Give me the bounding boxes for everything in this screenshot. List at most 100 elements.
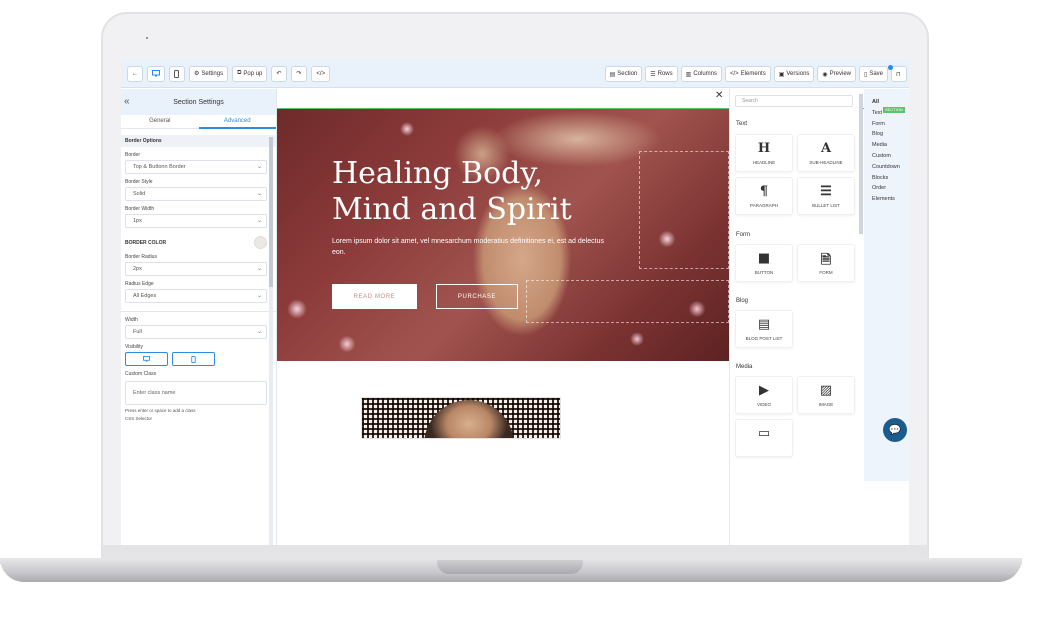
border-style-label: Border Style xyxy=(125,179,153,185)
border-radius-select[interactable]: 2px ⌄ xyxy=(125,262,267,276)
bullet-list-label: BULLET LIST xyxy=(812,203,840,208)
element-sub-headline[interactable]: A SUB-HEADLINE xyxy=(797,134,855,172)
hero-paragraph[interactable]: Lorem ipsum dolor sit amet, vel mnesarch… xyxy=(332,236,617,258)
custom-class-input[interactable]: Enter class name xyxy=(125,381,267,405)
section-settings-panel: « Section Settings General Advanced Bord… xyxy=(121,89,277,545)
versions-button[interactable]: ▣ Versions xyxy=(773,66,815,82)
category-heading-form: Form xyxy=(736,232,750,238)
desktop-view-button[interactable] xyxy=(147,65,165,82)
section-label: Section xyxy=(617,71,638,77)
category-form[interactable]: Form xyxy=(872,119,909,130)
category-media[interactable]: Media xyxy=(872,140,909,151)
save-button[interactable]: ▯ Save xyxy=(859,66,888,82)
undo-icon: ↶ xyxy=(276,71,282,77)
embed-icon: ▭ xyxy=(757,426,771,441)
laptop-notch xyxy=(437,560,583,574)
radius-edge-select[interactable]: All Edges ⌄ xyxy=(125,289,267,303)
form-label: FORM xyxy=(819,270,833,275)
undo-button[interactable]: ↶ xyxy=(271,65,288,82)
category-countdown[interactable]: Countdown xyxy=(872,162,909,173)
visibility-desktop-button[interactable] xyxy=(125,352,168,366)
category-order-elements[interactable]: Order Elements xyxy=(872,183,909,205)
sub-headline-label: SUB-HEADLINE xyxy=(809,160,843,165)
element-blog-post-list[interactable]: ▤ BLOG POST LIST xyxy=(735,310,793,348)
category-blog[interactable]: Blog xyxy=(872,129,909,140)
versions-label: Versions xyxy=(786,71,810,77)
panel-scrollbar-thumb[interactable] xyxy=(269,137,273,287)
border-options-heading[interactable]: Border Options xyxy=(121,135,276,147)
blog-post-list-icon: ▤ xyxy=(757,317,771,332)
video-icon: ▶ xyxy=(759,383,769,398)
element-media-more[interactable]: ▭ xyxy=(735,419,793,457)
video-label: VIDEO xyxy=(756,402,771,407)
category-heading-media: Media xyxy=(736,364,753,370)
settings-button[interactable]: ⚙ Settings xyxy=(189,65,229,82)
element-headline[interactable]: H HEADLINE xyxy=(735,134,793,172)
element-form[interactable]: 🗎 FORM xyxy=(797,244,855,282)
code-button[interactable]: </> xyxy=(311,65,331,82)
read-more-button[interactable]: READ MORE xyxy=(332,284,417,309)
mobile-view-button[interactable] xyxy=(169,65,185,82)
columns-icon: ▥ xyxy=(685,71,692,78)
border-select[interactable]: Top & Buttonn Border ⌄ xyxy=(125,160,267,174)
code-icon: </> xyxy=(316,70,326,77)
category-blocks[interactable]: Blocks xyxy=(872,173,909,184)
camera xyxy=(146,37,148,39)
section-button[interactable]: ▤ Section xyxy=(604,66,643,82)
close-icon[interactable]: ✕ xyxy=(715,90,723,101)
element-paragraph[interactable]: ¶ PARAGRAPH xyxy=(735,177,793,215)
purchase-button[interactable]: PURCHASE xyxy=(436,284,518,309)
image-card[interactable] xyxy=(361,397,561,439)
chat-button[interactable]: 💬 xyxy=(883,418,907,442)
popup-button[interactable]: ⧉ Pop up xyxy=(232,65,268,82)
category-custom[interactable]: Custom xyxy=(872,151,909,162)
back-arrow-icon: ← xyxy=(132,70,138,77)
hero-section[interactable]: Healing Body, Mind and Spirit Lorem ipsu… xyxy=(277,109,729,361)
publish-button[interactable]: ⊓ xyxy=(891,66,907,82)
button-icon: ■ xyxy=(757,251,771,266)
border-color-row: BORDER COLOR xyxy=(125,236,267,249)
width-value: Full xyxy=(133,329,142,335)
category-heading-blog: Blog xyxy=(736,298,749,304)
radius-edge-value: All Edges xyxy=(133,293,157,299)
custom-class-hint: Press enter or space to add a class xyxy=(125,408,196,413)
save-icon: ▯ xyxy=(864,71,868,78)
chat-icon: 💬 xyxy=(888,424,902,436)
columns-button[interactable]: ▥ Columns xyxy=(680,66,723,82)
preview-label: Preview xyxy=(829,71,851,77)
rows-button[interactable]: ☰ Rows xyxy=(645,66,678,82)
element-image[interactable]: ▨ IMAGE xyxy=(797,376,855,414)
tab-general[interactable]: General xyxy=(121,115,199,129)
section-badge: SECTION xyxy=(883,107,905,113)
element-bullet-list[interactable]: ☰ BULLET LIST xyxy=(797,177,855,215)
border-color-label: BORDER COLOR xyxy=(125,239,167,246)
border-width-select[interactable]: 1px ⌄ xyxy=(125,214,267,228)
visibility-toggles xyxy=(125,352,276,366)
screen-bezel-bottom xyxy=(103,545,927,559)
redo-icon: ↷ xyxy=(296,71,302,77)
lock-icon: ⊓ xyxy=(896,71,901,78)
preview-button[interactable]: ◉ Preview xyxy=(817,66,856,82)
elements-search-input[interactable]: Search xyxy=(735,95,853,107)
redo-button[interactable]: ↷ xyxy=(291,65,308,82)
collapse-panel-icon[interactable]: « xyxy=(124,96,130,107)
toolbar-right-group: ▤ Section ☰ Rows ▥ Columns </> Elements ▣ Ver… xyxy=(604,66,907,82)
elements-scrollbar[interactable] xyxy=(859,94,863,234)
border-style-select[interactable]: Solid ⌄ xyxy=(125,187,267,201)
external-link-icon: ⧉ xyxy=(237,70,242,76)
app-screen: ← ⚙ Settings ⧉ Pop up ↶ ↷ </> ▤ Section ☰ Ro… xyxy=(121,60,909,545)
hero-headline[interactable]: Healing Body, Mind and Spirit xyxy=(332,156,592,228)
border-color-swatch[interactable] xyxy=(254,236,267,249)
element-video[interactable]: ▶ VIDEO xyxy=(735,376,793,414)
back-button[interactable]: ← xyxy=(127,65,143,82)
bullet-list-icon: ☰ xyxy=(820,184,832,199)
elements-button[interactable]: </> Elements xyxy=(725,66,771,82)
element-button[interactable]: ■ BUTTON xyxy=(735,244,793,282)
border-width-value: 1px xyxy=(133,218,142,224)
visibility-mobile-button[interactable] xyxy=(172,352,215,366)
chevron-down-icon: ⌄ xyxy=(256,218,262,224)
code-icon: </> xyxy=(730,71,739,77)
settings-tabs: General Advanced xyxy=(121,115,276,129)
tab-advanced[interactable]: Advanced xyxy=(198,115,276,129)
width-select[interactable]: Full ⌄ xyxy=(125,325,267,339)
